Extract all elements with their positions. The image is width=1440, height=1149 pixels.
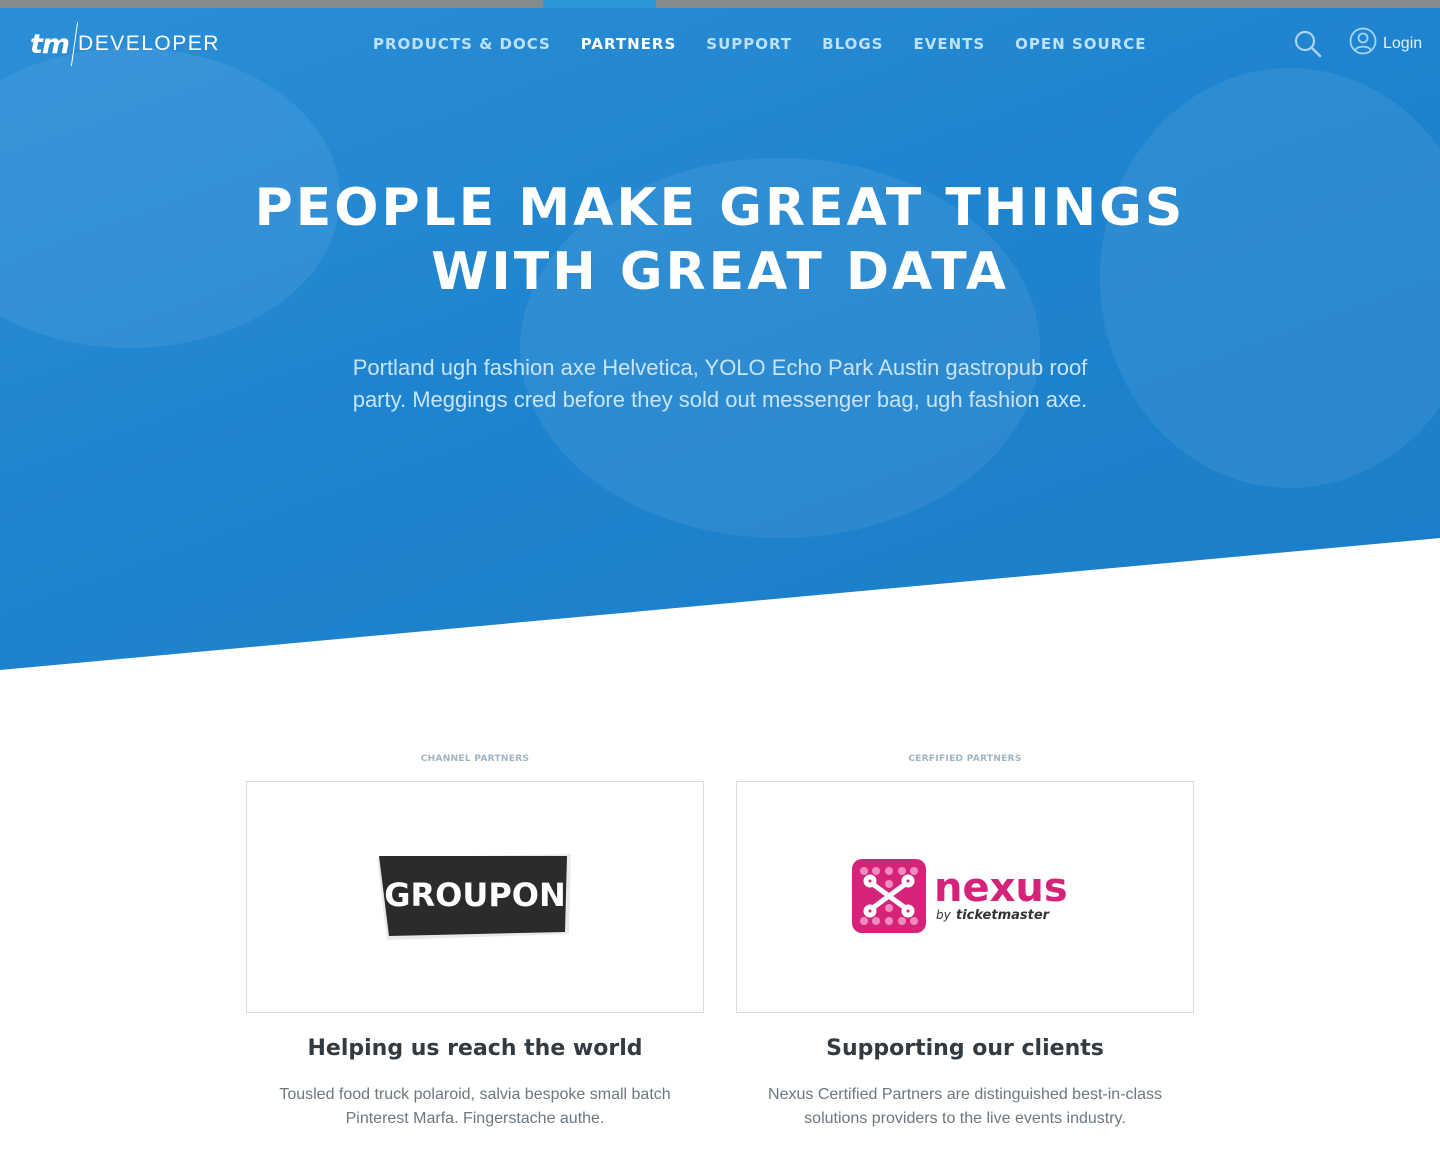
groupon-card[interactable]: GROUPON xyxy=(246,781,704,1013)
nav-open-source[interactable]: OPEN SOURCE xyxy=(1000,35,1161,53)
logo-text: DEVELOPER xyxy=(78,32,220,55)
nexus-logo-text: nexus xyxy=(934,865,1068,911)
groupon-logo-text: GROUPON xyxy=(384,876,566,914)
hero-subtitle: Portland ugh fashion axe Helvetica, YOLO… xyxy=(352,355,1088,412)
nav-support[interactable]: SUPPORT xyxy=(691,35,807,53)
certified-partners-title: Supporting our clients xyxy=(826,1036,1104,1061)
logo-mark: tm xyxy=(30,28,70,60)
hero-title-line-2: WITH GREAT DATA xyxy=(431,242,1009,302)
nexus-logo-brand: ticketmaster xyxy=(956,908,1051,923)
nexus-card[interactable]: nexus by ticketmaster xyxy=(736,781,1194,1013)
user-icon xyxy=(1349,27,1377,60)
login-button[interactable]: Login xyxy=(1349,27,1422,60)
top-bar xyxy=(0,0,1440,8)
hero-title: PEOPLE MAKE GREAT THINGS WITH GREAT DATA xyxy=(220,176,1220,304)
hero-diagonal-cut xyxy=(0,538,1440,670)
channel-partners-title: Helping us reach the world xyxy=(307,1036,643,1061)
certified-partners-label: CERFIFIED PARTNERS xyxy=(908,754,1022,764)
hero xyxy=(0,8,1440,670)
nav-products-docs[interactable]: PRODUCTS & DOCS xyxy=(358,35,566,53)
nexus-logo-by: by xyxy=(936,908,952,922)
nav-events[interactable]: EVENTS xyxy=(898,35,1000,53)
hero-title-line-1: PEOPLE MAKE GREAT THINGS xyxy=(254,178,1186,238)
nav-partners[interactable]: PARTNERS xyxy=(566,35,692,53)
site-logo[interactable]: tm DEVELOPER xyxy=(30,22,220,66)
channel-partners-description: Tousled food truck polaroid, salvia besp… xyxy=(279,1086,671,1127)
main-nav: PRODUCTS & DOCS PARTNERS SUPPORT BLOGS E… xyxy=(358,35,1161,53)
logo-divider xyxy=(70,22,79,66)
nexus-logo: nexus by ticketmaster xyxy=(852,859,1068,933)
groupon-logo: GROUPON xyxy=(377,854,571,940)
channel-partners-label: CHANNEL PARTNERS xyxy=(420,754,530,764)
nav-blogs[interactable]: BLOGS xyxy=(807,35,898,53)
search-icon[interactable] xyxy=(1293,29,1323,59)
active-nav-indicator xyxy=(543,0,656,8)
login-label: Login xyxy=(1383,34,1423,52)
certified-partners-description: Nexus Certified Partners are distinguish… xyxy=(768,1086,1162,1127)
